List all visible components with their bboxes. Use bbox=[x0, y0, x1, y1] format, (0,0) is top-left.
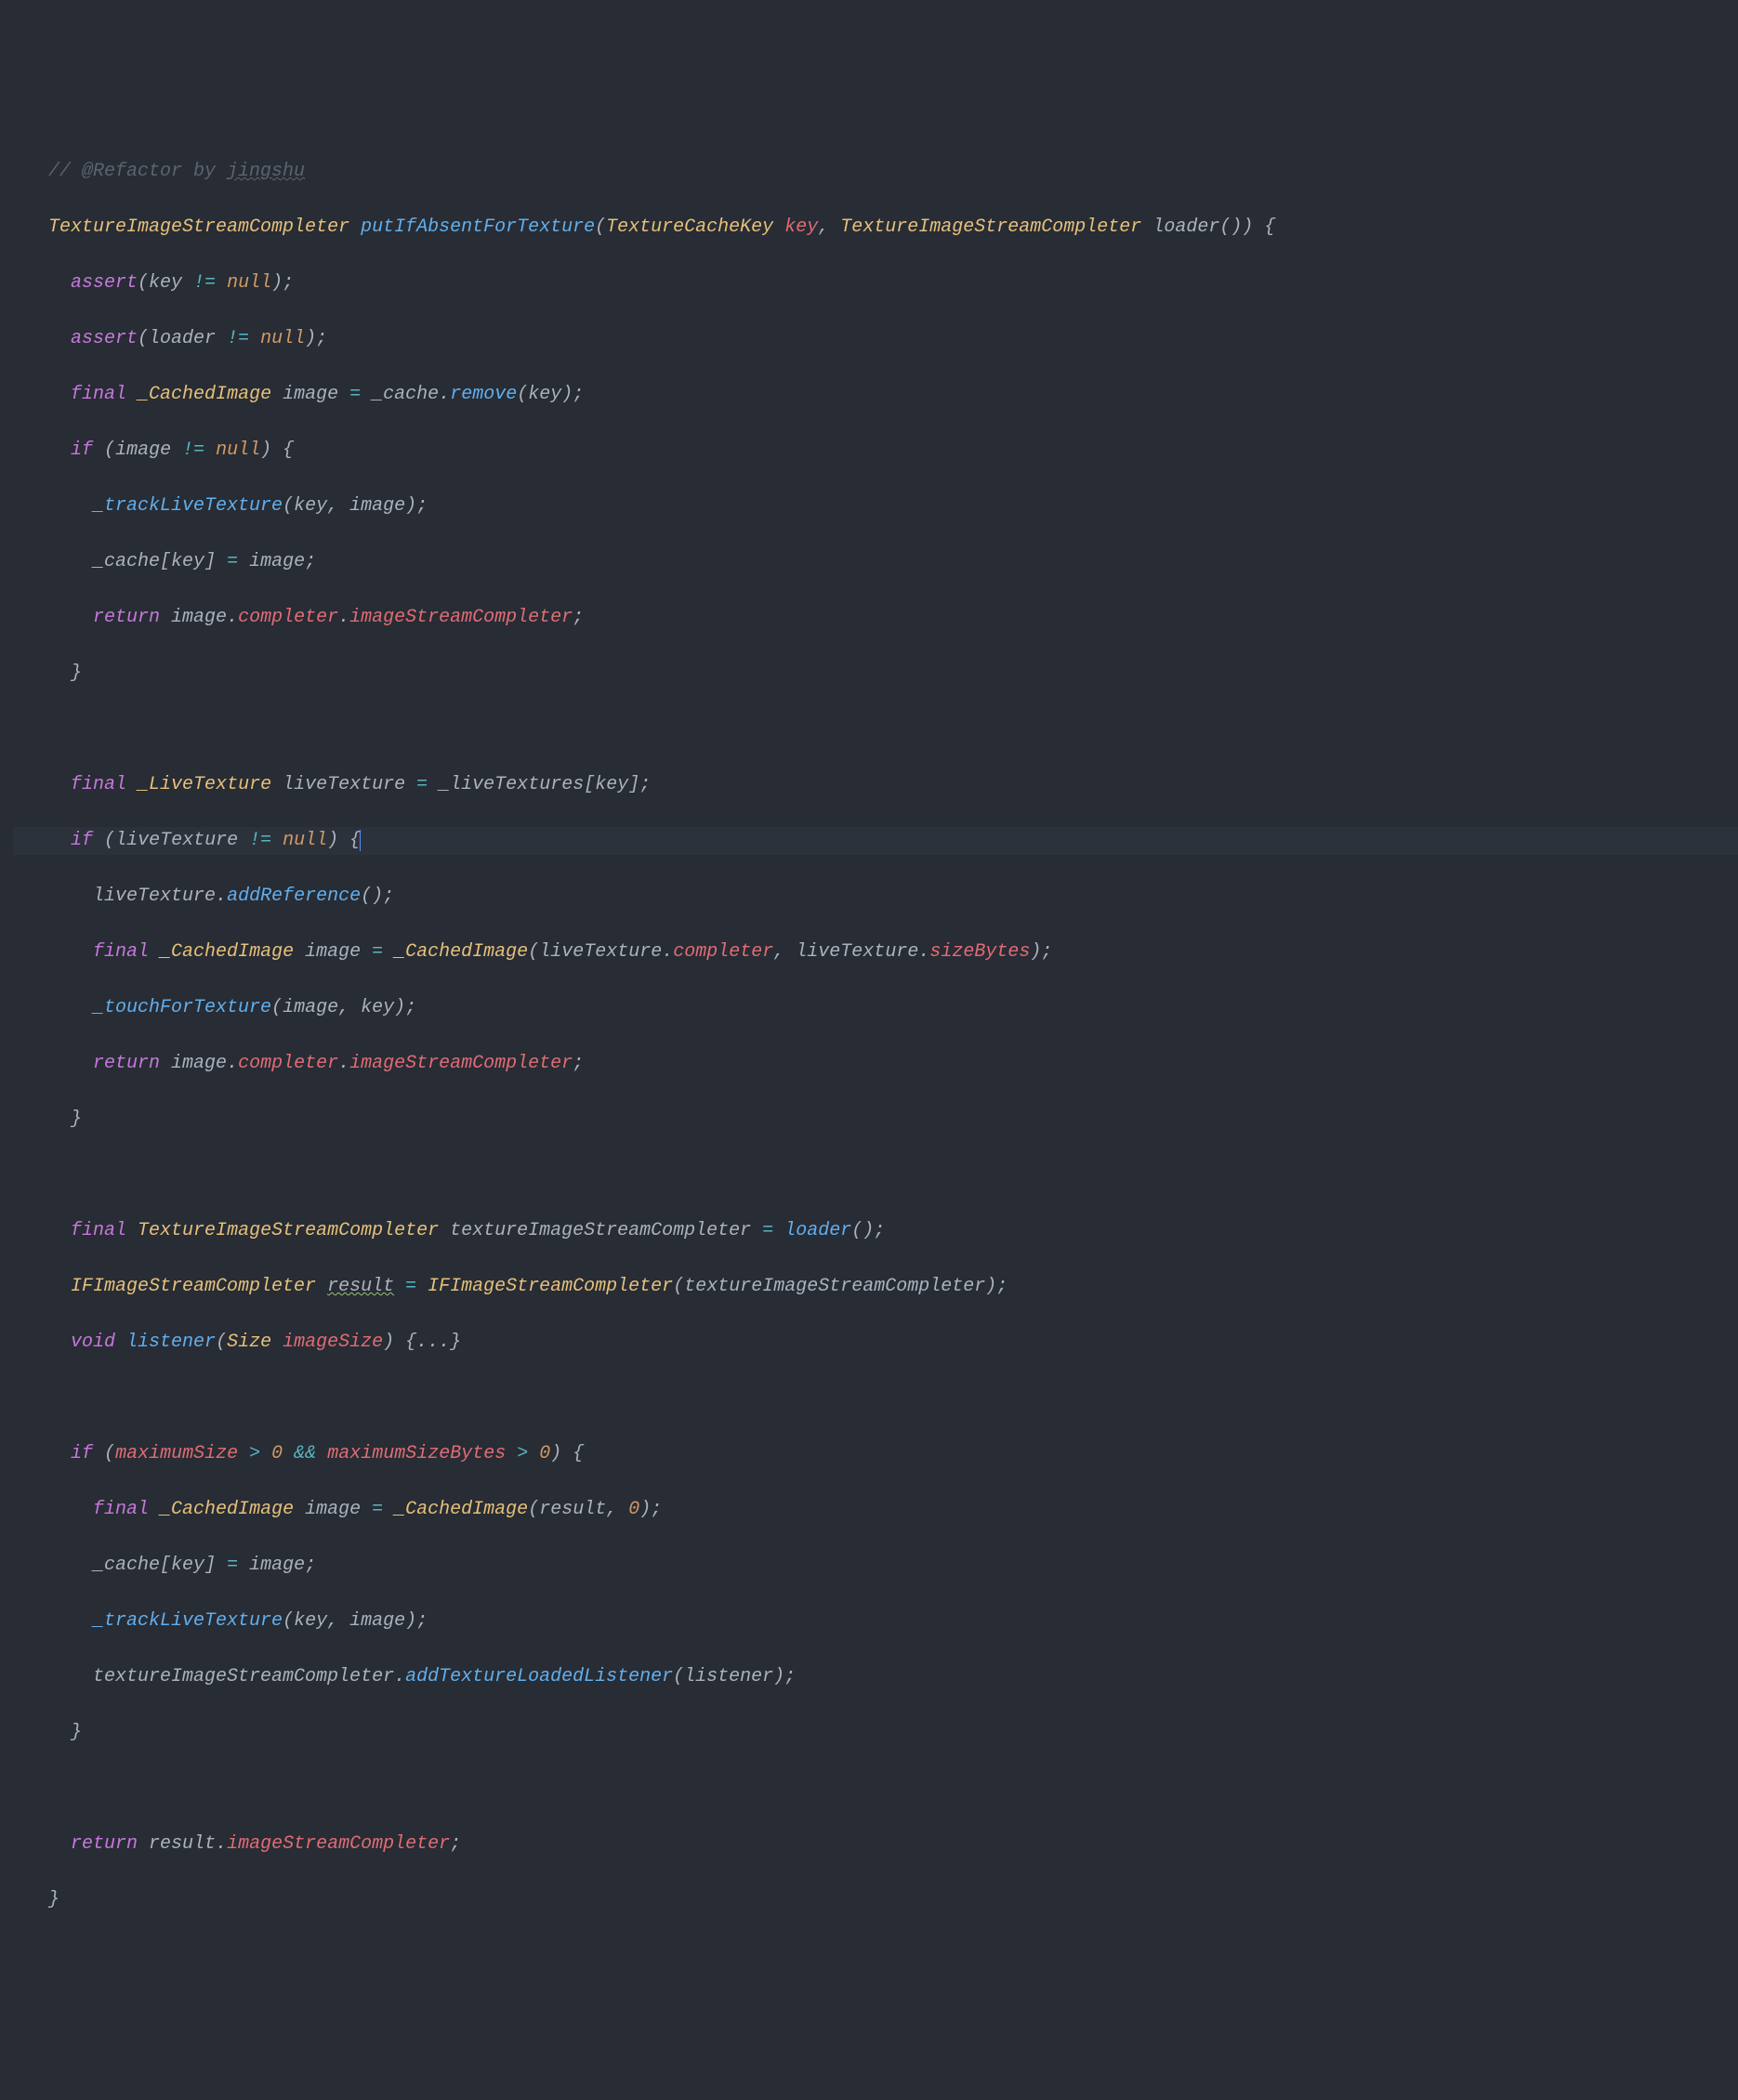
code-line: final _CachedImage image = _cache.remove… bbox=[13, 381, 1738, 409]
code-fold-icon[interactable]: {...} bbox=[405, 1332, 461, 1353]
return-type: TextureImageStreamCompleter bbox=[48, 217, 349, 238]
code-line: textureImageStreamCompleter.addTextureLo… bbox=[13, 1663, 1738, 1691]
code-line bbox=[13, 715, 1738, 743]
keyword-assert: assert bbox=[71, 328, 138, 349]
code-line: _touchForTexture(image, key); bbox=[13, 994, 1738, 1022]
code-line: if (maximumSize > 0 && maximumSizeBytes … bbox=[13, 1440, 1738, 1468]
code-line-active: if (liveTexture != null) { bbox=[13, 827, 1738, 855]
code-line: final _CachedImage image = _CachedImage(… bbox=[13, 938, 1738, 966]
param: key bbox=[784, 217, 818, 238]
code-line: } bbox=[13, 1886, 1738, 1914]
keyword-return: return bbox=[93, 607, 160, 628]
code-line: assert(loader != null); bbox=[13, 325, 1738, 353]
comment: // @Refactor by jingshu bbox=[48, 161, 305, 182]
code-line: IFImageStreamCompleter result = IFImageS… bbox=[13, 1273, 1738, 1301]
code-line: } bbox=[13, 660, 1738, 688]
code-line bbox=[13, 1775, 1738, 1803]
code-line bbox=[13, 1385, 1738, 1412]
code-line: } bbox=[13, 1719, 1738, 1747]
code-line: _cache[key] = image; bbox=[13, 1552, 1738, 1580]
code-line: liveTexture.addReference(); bbox=[13, 883, 1738, 911]
code-line: } bbox=[13, 1106, 1738, 1134]
code-line: _trackLiveTexture(key, image); bbox=[13, 1608, 1738, 1635]
function-name: putIfAbsentForTexture bbox=[361, 217, 595, 238]
code-line: assert(key != null); bbox=[13, 269, 1738, 297]
code-line: final _CachedImage image = _CachedImage(… bbox=[13, 1496, 1738, 1524]
code-line: final TextureImageStreamCompleter textur… bbox=[13, 1217, 1738, 1245]
param-type: TextureImageStreamCompleter bbox=[840, 217, 1141, 238]
author-tag: jingshu bbox=[227, 161, 305, 182]
keyword-final: final bbox=[71, 384, 126, 405]
keyword-void: void bbox=[71, 1332, 115, 1353]
code-line: _trackLiveTexture(key, image); bbox=[13, 492, 1738, 520]
param: loader bbox=[1152, 217, 1219, 238]
variable-hint: result bbox=[327, 1276, 394, 1297]
code-line: final _LiveTexture liveTexture = _liveTe… bbox=[13, 771, 1738, 799]
keyword-assert: assert bbox=[71, 272, 138, 294]
code-line: void listener(Size imageSize) {...} bbox=[13, 1329, 1738, 1357]
code-editor[interactable]: // @Refactor by jingshu TextureImageStre… bbox=[13, 130, 1738, 1942]
code-line: _cache[key] = image; bbox=[13, 548, 1738, 576]
code-line: if (image != null) { bbox=[13, 437, 1738, 465]
code-line: return image.completer.imageStreamComple… bbox=[13, 604, 1738, 632]
code-line: // @Refactor by jingshu bbox=[13, 158, 1738, 186]
code-line: return image.completer.imageStreamComple… bbox=[13, 1050, 1738, 1078]
keyword-if: if bbox=[71, 440, 93, 461]
code-line: return result.imageStreamCompleter; bbox=[13, 1831, 1738, 1858]
code-line: TextureImageStreamCompleter putIfAbsentF… bbox=[13, 214, 1738, 242]
param-type: TextureCacheKey bbox=[606, 217, 773, 238]
code-line bbox=[13, 1162, 1738, 1189]
